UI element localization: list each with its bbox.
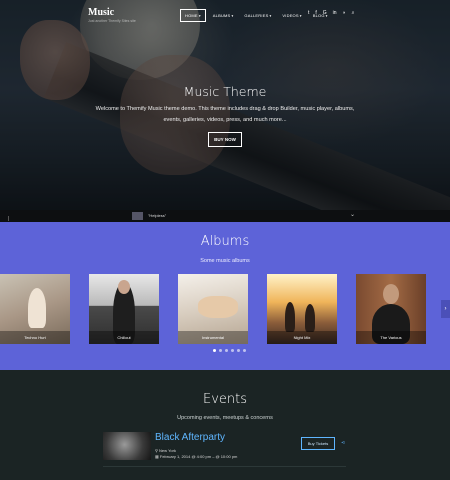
carousel-pagination bbox=[213, 349, 246, 352]
social-icons: t f G in ◗ ⌕ bbox=[308, 10, 354, 16]
nav-item-label: GALLERIES bbox=[244, 13, 269, 18]
player-progress[interactable] bbox=[8, 216, 9, 221]
chevron-right-icon: › bbox=[444, 306, 447, 312]
event-title[interactable]: Black Afterparty bbox=[155, 432, 225, 443]
twitter-icon[interactable]: t bbox=[308, 10, 309, 16]
album-caption: The Various bbox=[356, 331, 426, 344]
event-location-text: New York bbox=[159, 448, 176, 453]
pagination-dot[interactable] bbox=[219, 349, 222, 352]
carousel-next-button[interactable]: › bbox=[441, 300, 450, 318]
album-cover-figure bbox=[285, 302, 295, 332]
event-image[interactable] bbox=[103, 432, 151, 460]
linkedin-icon[interactable]: in bbox=[333, 10, 337, 16]
album-cover-figure bbox=[305, 304, 315, 332]
hero-description: Welcome to Themify Music theme demo. Thi… bbox=[95, 106, 355, 123]
nav-item-home[interactable]: HOME▾ bbox=[180, 9, 206, 22]
album-card[interactable]: Techno Hurt bbox=[0, 274, 70, 344]
album-caption: Chillout bbox=[89, 331, 159, 344]
album-card[interactable]: Instrumental bbox=[178, 274, 248, 344]
nav-item-videos[interactable]: VIDEOS▾ bbox=[278, 10, 305, 21]
nav-item-label: HOME bbox=[185, 13, 198, 18]
facebook-icon[interactable]: f bbox=[315, 10, 316, 16]
pagination-dot[interactable] bbox=[243, 349, 246, 352]
nav-item-label: ALBUMS bbox=[212, 13, 231, 18]
music-player-bar: "Helpless" ⌄ bbox=[0, 210, 450, 222]
track-thumbnail bbox=[132, 212, 143, 220]
chevron-down-icon: ▾ bbox=[269, 14, 272, 18]
event-date-text: February 1, 2014 @ 4:00 pm – @ 10:00 pm bbox=[159, 454, 238, 459]
hero-section: Music Just another Themify Sites site HO… bbox=[0, 0, 450, 222]
album-cover-figure bbox=[198, 296, 238, 318]
buy-now-button[interactable]: BUY NOW bbox=[208, 132, 242, 147]
album-caption: Instrumental bbox=[178, 331, 248, 344]
albums-subtitle: Some music albums bbox=[200, 258, 250, 264]
event-divider bbox=[103, 466, 346, 467]
pagination-dot[interactable] bbox=[237, 349, 240, 352]
album-cover-figure bbox=[383, 284, 399, 304]
albums-title: Albums bbox=[200, 234, 250, 249]
hero-title: Music Theme bbox=[183, 84, 267, 99]
pagination-dot[interactable] bbox=[231, 349, 234, 352]
events-section: Events Upcoming events, meetups & concer… bbox=[0, 370, 450, 480]
site-tagline: Just another Themify Sites site bbox=[88, 19, 136, 23]
album-caption: Techno Hurt bbox=[0, 331, 70, 344]
share-icon[interactable]: ⋖ bbox=[341, 440, 345, 446]
chevron-down-icon: ▾ bbox=[299, 14, 302, 18]
track-title: "Helpless" bbox=[148, 213, 167, 218]
pagination-dot[interactable] bbox=[213, 349, 216, 352]
album-caption: Night Mix bbox=[267, 331, 337, 344]
pagination-dot[interactable] bbox=[225, 349, 228, 352]
albums-section: Albums Some music albums Techno Hurt Chi… bbox=[0, 222, 450, 370]
search-icon[interactable]: ⌕ bbox=[352, 10, 355, 16]
event-date: ▦ February 1, 2014 @ 4:00 pm – @ 10:00 p… bbox=[155, 454, 237, 459]
album-cover-figure bbox=[28, 288, 46, 328]
album-card[interactable]: Night Mix bbox=[267, 274, 337, 344]
album-card[interactable]: Chillout bbox=[89, 274, 159, 344]
events-subtitle: Upcoming events, meetups & concerns bbox=[177, 415, 273, 421]
site-logo[interactable]: Music bbox=[88, 7, 114, 18]
chevron-down-icon: ▾ bbox=[198, 14, 201, 18]
album-card[interactable]: The Various bbox=[356, 274, 426, 344]
google-plus-icon[interactable]: G bbox=[323, 10, 327, 16]
chevron-down-icon[interactable]: ⌄ bbox=[350, 211, 355, 218]
nav-item-galleries[interactable]: GALLERIES▾ bbox=[240, 10, 275, 21]
event-location: ⚲ New York bbox=[155, 448, 176, 453]
nav-item-label: VIDEOS bbox=[282, 13, 299, 18]
nav-item-albums[interactable]: ALBUMS▾ bbox=[209, 10, 238, 21]
events-title: Events bbox=[202, 392, 247, 407]
chevron-down-icon: ▾ bbox=[231, 14, 234, 18]
rss-icon[interactable]: ◗ bbox=[343, 10, 346, 16]
album-cover-figure bbox=[118, 280, 130, 294]
buy-tickets-button[interactable]: Buy Tickets bbox=[301, 437, 335, 450]
